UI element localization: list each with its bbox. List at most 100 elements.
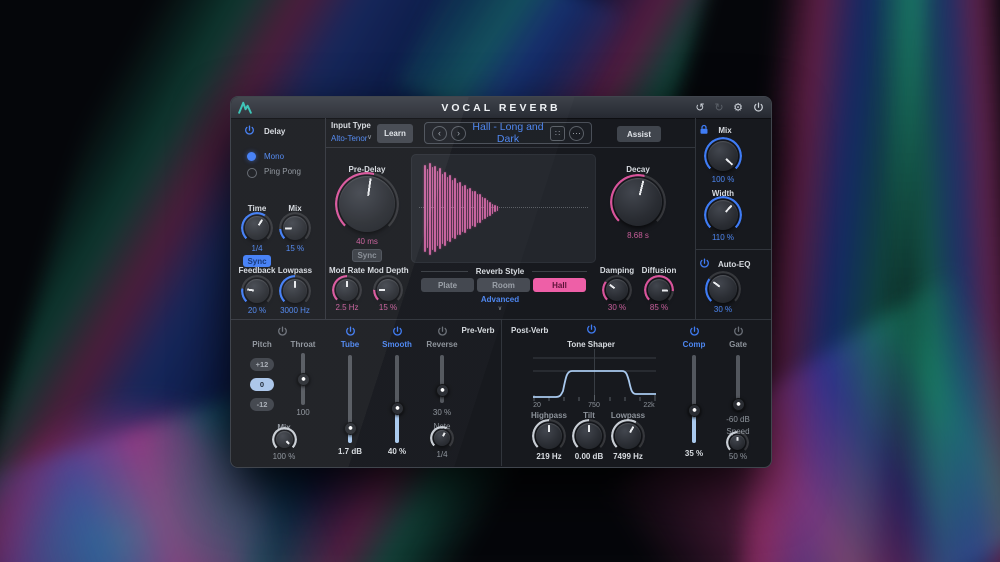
ping-pong-radio[interactable] xyxy=(247,168,257,178)
smooth-slider[interactable] xyxy=(390,355,404,443)
mono-radio[interactable] xyxy=(247,152,256,161)
throat-slider[interactable] xyxy=(296,353,310,405)
settings-gear-icon[interactable]: ⚙ xyxy=(729,97,747,118)
reverse-label: Reverse xyxy=(426,340,458,349)
output-mix-label: Mix xyxy=(718,126,732,135)
delay-mix-value: 15 % xyxy=(285,244,305,253)
gate-slider[interactable] xyxy=(731,355,745,411)
auto-eq-knob[interactable] xyxy=(709,275,737,303)
advanced-chevron-icon[interactable]: ∨ xyxy=(498,305,502,312)
random-preset-icon[interactable]: ∷ xyxy=(550,125,565,141)
preset-name[interactable]: Hall - Long and Dark xyxy=(470,121,546,145)
pre-delay-sync-button[interactable]: Sync xyxy=(352,249,382,262)
screen: VOCAL REVERB ↺ ↻ ⚙ Delay Mono Ping Pong … xyxy=(0,0,1000,562)
decay-knob[interactable] xyxy=(614,178,662,226)
gate-label: Gate xyxy=(729,340,747,349)
divider xyxy=(695,118,696,319)
master-power-icon[interactable] xyxy=(749,97,767,118)
reverse-value: 30 % xyxy=(432,408,452,417)
tilt-knob[interactable] xyxy=(576,423,602,449)
pitch-mix-knob[interactable] xyxy=(276,431,293,448)
damping-knob[interactable] xyxy=(606,279,628,301)
smooth-power-icon[interactable] xyxy=(392,326,403,337)
pitch-label: Pitch xyxy=(252,340,272,349)
style-plate-button[interactable]: Plate xyxy=(421,278,474,292)
plugin-window: VOCAL REVERB ↺ ↻ ⚙ Delay Mono Ping Pong … xyxy=(230,96,772,468)
mod-depth-knob[interactable] xyxy=(377,279,399,301)
mod-depth-label: Mod Depth xyxy=(367,266,409,275)
pre-verb-section-label: Pre-Verb xyxy=(461,326,495,335)
redo-icon[interactable]: ↻ xyxy=(710,97,728,118)
time-knob[interactable] xyxy=(245,216,269,240)
smooth-value: 40 % xyxy=(387,447,407,456)
delay-mix-knob[interactable] xyxy=(283,216,307,240)
tone-tick-20: 20 xyxy=(533,402,541,409)
antares-logo-icon xyxy=(238,101,252,114)
mix-lock-icon[interactable] xyxy=(698,123,710,136)
pitch-zero-button[interactable]: 0 xyxy=(250,378,274,391)
tone-shaper-power-icon[interactable] xyxy=(586,324,597,335)
mod-rate-value: 2.5 Hz xyxy=(335,303,359,312)
input-type-label: Input Type xyxy=(331,121,371,130)
learn-button[interactable]: Learn xyxy=(377,124,413,143)
style-room-button[interactable]: Room xyxy=(477,278,530,292)
reverse-power-icon[interactable] xyxy=(437,326,448,337)
mod-rate-knob[interactable] xyxy=(336,279,358,301)
note-knob[interactable] xyxy=(434,430,450,446)
tube-power-icon[interactable] xyxy=(345,326,356,337)
tilt-value: 0.00 dB xyxy=(574,452,604,461)
next-preset-icon[interactable]: › xyxy=(451,125,466,141)
mod-depth-value: 15 % xyxy=(378,303,398,312)
diffusion-label: Diffusion xyxy=(641,266,677,275)
pre-delay-knob[interactable] xyxy=(339,176,395,232)
width-knob[interactable] xyxy=(708,200,738,230)
delay-lowpass-knob[interactable] xyxy=(283,279,307,303)
lowpass-knob[interactable] xyxy=(615,423,641,449)
highpass-knob[interactable] xyxy=(536,423,562,449)
assist-button[interactable]: Assist xyxy=(617,126,661,142)
feedback-value: 20 % xyxy=(247,306,267,315)
delay-lowpass-value: 3000 Hz xyxy=(280,306,310,315)
comp-power-icon[interactable] xyxy=(689,326,700,337)
tube-label: Tube xyxy=(340,340,360,349)
divider xyxy=(421,271,468,272)
output-mix-knob[interactable] xyxy=(708,141,738,171)
preset-menu-icon[interactable]: ⋯ xyxy=(569,125,584,141)
gate-speed-knob[interactable] xyxy=(730,435,745,450)
pitch-plus12-button[interactable]: +12 xyxy=(250,358,274,371)
plugin-title: VOCAL REVERB xyxy=(441,102,561,114)
auto-eq-power-icon[interactable] xyxy=(699,258,710,269)
feedback-knob[interactable] xyxy=(245,279,269,303)
tube-slider[interactable] xyxy=(343,355,357,443)
pitch-minus12-button[interactable]: -12 xyxy=(250,398,274,411)
comp-value: 35 % xyxy=(684,449,704,458)
prev-preset-icon[interactable]: ‹ xyxy=(432,125,447,141)
delay-power-icon[interactable] xyxy=(244,125,255,136)
note-value: 1/4 xyxy=(436,450,448,459)
gate-power-icon[interactable] xyxy=(733,326,744,337)
divider xyxy=(532,271,587,272)
undo-icon[interactable]: ↺ xyxy=(691,97,709,118)
diffusion-value: 85 % xyxy=(649,303,669,312)
comp-label: Comp xyxy=(682,340,706,349)
reverse-slider[interactable] xyxy=(435,355,449,403)
input-type-value[interactable]: Alto-Tenor xyxy=(331,134,367,143)
reverb-style-label: Reverb Style xyxy=(475,267,525,276)
advanced-link[interactable]: Advanced xyxy=(481,295,519,304)
diffusion-knob[interactable] xyxy=(648,279,670,301)
auto-eq-value: 30 % xyxy=(713,305,733,314)
divider xyxy=(325,118,326,319)
pitch-power-icon[interactable] xyxy=(277,326,288,337)
throat-value: 100 xyxy=(296,408,310,417)
style-hall-button[interactable]: Hall xyxy=(533,278,586,292)
input-type-chevron-icon[interactable]: ∨ xyxy=(367,133,372,141)
reverb-waveform-display xyxy=(411,154,596,263)
divider xyxy=(325,147,695,148)
delay-label: Delay xyxy=(264,127,286,136)
delay-lowpass-label: Lowpass xyxy=(277,266,313,275)
tone-tick-750: 750 xyxy=(588,402,600,409)
comp-slider[interactable] xyxy=(687,355,701,443)
pre-delay-value: 40 ms xyxy=(356,237,378,246)
tone-shaper-graph[interactable] xyxy=(533,349,656,402)
mono-label: Mono xyxy=(264,152,285,161)
